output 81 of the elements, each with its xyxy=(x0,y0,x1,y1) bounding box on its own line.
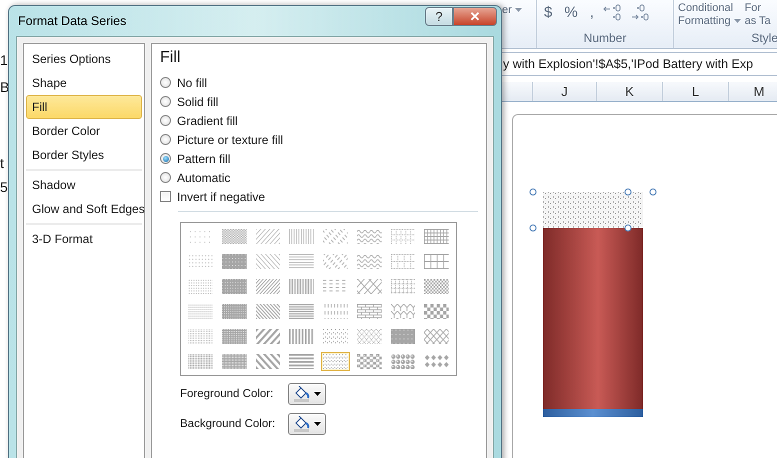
column-header[interactable]: M xyxy=(729,82,777,101)
cell-text: 5 xyxy=(0,179,9,195)
pattern-swatch[interactable] xyxy=(186,302,215,321)
column-header[interactable]: J xyxy=(533,82,597,101)
pattern-swatch[interactable] xyxy=(422,227,451,246)
category-item[interactable]: Fill xyxy=(26,95,142,119)
radio-button[interactable] xyxy=(160,96,171,107)
conditional-formatting-button[interactable]: Conditional Formatting xyxy=(678,2,741,28)
pattern-swatch[interactable] xyxy=(287,277,316,296)
caret-icon xyxy=(734,19,741,24)
pattern-swatch[interactable] xyxy=(287,327,316,346)
pattern-swatch[interactable] xyxy=(220,352,248,371)
color-picker-button[interactable] xyxy=(288,383,326,405)
help-button[interactable]: ? xyxy=(425,6,453,26)
pattern-swatch[interactable] xyxy=(388,277,418,296)
option-label: Invert if negative xyxy=(177,190,266,204)
pattern-swatch[interactable] xyxy=(422,252,451,271)
caret-icon xyxy=(314,422,321,426)
format-as-table-button[interactable]: For as Ta xyxy=(744,2,771,28)
option-label: Automatic xyxy=(177,170,230,184)
pattern-swatch[interactable] xyxy=(422,327,451,346)
color-picker-button[interactable] xyxy=(288,413,326,435)
pattern-swatch[interactable] xyxy=(220,327,248,346)
option-label: Picture or texture fill xyxy=(177,132,284,146)
pattern-swatch[interactable] xyxy=(354,302,384,321)
pattern-swatch[interactable] xyxy=(354,352,384,371)
section-heading: Fill xyxy=(160,49,182,67)
category-item[interactable]: Shape xyxy=(26,71,142,95)
pattern-swatch[interactable] xyxy=(220,227,248,246)
radio-button[interactable] xyxy=(160,153,171,164)
option-label: No fill xyxy=(177,76,208,90)
number-format-dropdown[interactable]: er xyxy=(502,4,522,17)
pattern-swatch[interactable] xyxy=(254,277,282,296)
caret-icon xyxy=(514,8,522,12)
option-label: Solid fill xyxy=(177,94,218,108)
cell-text: B xyxy=(0,79,9,95)
pattern-swatch[interactable] xyxy=(388,327,418,346)
paint-bucket-icon xyxy=(293,416,311,432)
pattern-swatch[interactable] xyxy=(422,277,451,296)
number-format-button[interactable]: $ xyxy=(541,4,556,21)
radio-button[interactable] xyxy=(160,115,171,126)
column-header[interactable]: L xyxy=(663,82,729,101)
paint-bucket-icon xyxy=(293,386,311,402)
pattern-swatch[interactable] xyxy=(287,227,316,246)
pattern-swatch[interactable] xyxy=(220,277,248,296)
checkbox[interactable] xyxy=(160,191,171,202)
group-label: Number xyxy=(582,31,628,47)
radio-button[interactable] xyxy=(160,77,171,88)
cell-text: 1 xyxy=(0,52,9,68)
window-title: Format Data Series xyxy=(18,14,128,28)
pattern-swatch[interactable] xyxy=(321,352,350,371)
option-label: Pattern fill xyxy=(177,152,230,166)
pattern-swatch[interactable] xyxy=(254,302,282,321)
formula-bar[interactable]: y with Explosion'!$A$5,'IPod Battery with Exp xyxy=(500,52,777,76)
category-item[interactable]: Series Options xyxy=(26,47,142,71)
pattern-swatch[interactable] xyxy=(354,277,384,296)
pattern-swatch[interactable] xyxy=(287,302,316,321)
pattern-swatch[interactable] xyxy=(354,327,384,346)
color-label: Background Color: xyxy=(180,418,276,430)
pattern-swatch[interactable] xyxy=(186,327,215,346)
cell-text: t xyxy=(0,155,5,171)
category-item[interactable]: Shadow xyxy=(26,173,142,197)
number-format-button[interactable]: % xyxy=(561,4,581,21)
caret-icon xyxy=(314,392,321,396)
radio-button[interactable] xyxy=(160,172,171,183)
category-item[interactable]: Glow and Soft Edges xyxy=(26,197,142,221)
radio-button[interactable] xyxy=(160,134,171,145)
pattern-swatch[interactable] xyxy=(220,252,248,271)
pattern-swatch[interactable] xyxy=(186,352,215,371)
pattern-swatch[interactable] xyxy=(388,352,418,371)
pattern-swatch[interactable] xyxy=(388,252,418,271)
pattern-swatch[interactable] xyxy=(220,302,248,321)
category-item[interactable]: Border Color xyxy=(26,119,142,143)
pattern-swatch[interactable] xyxy=(388,302,418,321)
pattern-swatch[interactable] xyxy=(186,277,215,296)
option-label: Gradient fill xyxy=(177,114,238,128)
category-item[interactable]: Border Styles xyxy=(26,143,142,167)
category-item[interactable]: 3-D Format xyxy=(26,227,142,251)
number-format-button[interactable]: , xyxy=(586,4,597,21)
color-label: Foreground Color: xyxy=(180,388,274,400)
column-header[interactable]: K xyxy=(597,82,663,101)
